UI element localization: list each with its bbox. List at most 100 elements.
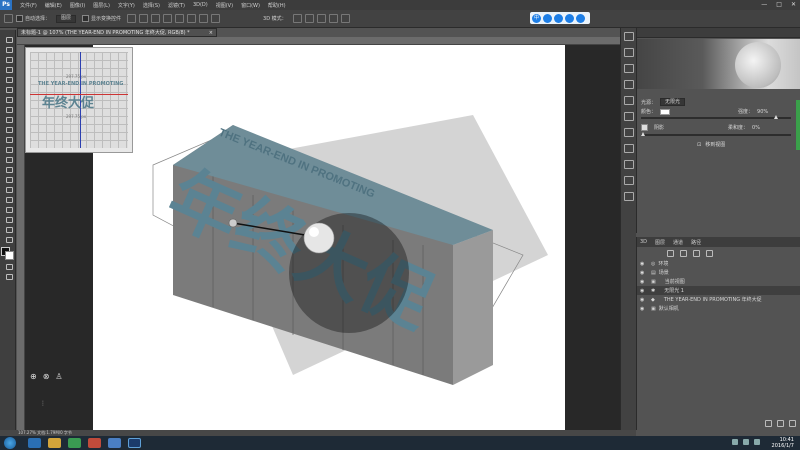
- distribute-h-icon[interactable]: [211, 14, 221, 23]
- eraser-tool-icon[interactable]: [3, 134, 14, 144]
- menu-view[interactable]: 视图(V): [216, 2, 233, 9]
- gradient-tool-icon[interactable]: [3, 144, 14, 154]
- brush-tool-icon[interactable]: [3, 104, 14, 114]
- visibility-eye-icon[interactable]: ◉: [640, 288, 648, 294]
- move-tool-icon[interactable]: [3, 34, 14, 44]
- ime-toolbar[interactable]: 中: [530, 12, 590, 24]
- minimize-button[interactable]: —: [761, 1, 767, 8]
- crop-tool-icon[interactable]: [3, 74, 14, 84]
- taskbar-folder-icon[interactable]: [108, 438, 121, 448]
- scene-layer-row[interactable]: ◉ ▣ 当前视图: [637, 277, 800, 286]
- tab-layers[interactable]: 图层: [655, 239, 665, 246]
- auto-select-checkbox[interactable]: [16, 15, 23, 22]
- history-icon[interactable]: [623, 32, 634, 41]
- screen-mode-icon[interactable]: [3, 271, 14, 281]
- ime-logo-icon[interactable]: 中: [532, 13, 541, 23]
- document-canvas[interactable]: THE YEAR-END IN PROMOTING 年终大促: [93, 45, 565, 430]
- axis-globe-icon[interactable]: ⊕: [30, 372, 37, 386]
- background-color[interactable]: [5, 251, 14, 260]
- transform-controls-checkbox[interactable]: [82, 15, 90, 22]
- tray-ime-icon[interactable]: [754, 439, 760, 445]
- distribute-icon[interactable]: [199, 14, 209, 23]
- taskbar-photoshop-icon[interactable]: [128, 438, 141, 448]
- add-light-icon[interactable]: [777, 420, 784, 427]
- close-tab-icon[interactable]: ×: [209, 29, 213, 36]
- visibility-eye-icon[interactable]: ◉: [640, 297, 648, 303]
- brush-preset-icon[interactable]: [623, 48, 634, 57]
- menu-help[interactable]: 帮助(H): [268, 2, 286, 9]
- external-side-tab[interactable]: [796, 100, 800, 150]
- menu-edit[interactable]: 编辑(E): [45, 2, 62, 9]
- ime-comma-icon[interactable]: [554, 13, 563, 23]
- move-tool-icon[interactable]: [4, 14, 13, 23]
- maximize-button[interactable]: □: [776, 1, 782, 8]
- vertical-ruler[interactable]: [17, 45, 25, 430]
- character-icon[interactable]: [623, 64, 634, 73]
- quick-select-tool-icon[interactable]: [3, 64, 14, 74]
- menu-filter[interactable]: 滤镜(T): [168, 2, 185, 9]
- delete-icon[interactable]: [789, 420, 796, 427]
- scene-layer-row[interactable]: ◉ ◆ THE YEAR-END IN PROMOTING 年终大促: [637, 295, 800, 304]
- ime-moon-icon[interactable]: [543, 13, 552, 23]
- 3d-scene-render[interactable]: THE YEAR-END IN PROMOTING 年终大促: [93, 45, 565, 430]
- align-middle-icon[interactable]: [139, 14, 149, 23]
- actions-icon[interactable]: [623, 192, 634, 201]
- taskbar-explorer-icon[interactable]: [48, 438, 61, 448]
- menu-type[interactable]: 文字(Y): [118, 2, 135, 9]
- intensity-value[interactable]: 90%: [757, 109, 768, 115]
- eyedropper-tool-icon[interactable]: [3, 84, 14, 94]
- scale-3d-icon[interactable]: [340, 14, 350, 23]
- intensity-slider[interactable]: [641, 115, 791, 119]
- intensity-slider-thumb[interactable]: [774, 115, 778, 119]
- tray-network-icon[interactable]: [732, 439, 738, 445]
- visibility-eye-icon[interactable]: ◉: [640, 261, 648, 267]
- shadow-checkbox[interactable]: [641, 124, 648, 131]
- menu-image[interactable]: 图像(I): [70, 2, 85, 9]
- softness-slider-thumb[interactable]: [641, 132, 645, 136]
- menu-select[interactable]: 选择(S): [143, 2, 160, 9]
- align-left-icon[interactable]: [163, 14, 173, 23]
- stamp-tool-icon[interactable]: [3, 114, 14, 124]
- paragraph-icon[interactable]: [623, 80, 634, 89]
- align-right-icon[interactable]: [187, 14, 197, 23]
- axis-light-icon[interactable]: ♙: [55, 372, 62, 386]
- scene-layer-row[interactable]: ◉ ◎ 环境: [637, 259, 800, 268]
- scene-layer-row[interactable]: ◉ ▤ 场景: [637, 268, 800, 277]
- adjustments-icon[interactable]: [623, 96, 634, 105]
- healing-tool-icon[interactable]: [3, 94, 14, 104]
- slide-3d-icon[interactable]: [328, 14, 338, 23]
- visibility-eye-icon[interactable]: ◉: [640, 306, 648, 312]
- horizontal-ruler[interactable]: [17, 37, 620, 45]
- tab-paths[interactable]: 路径: [691, 239, 701, 246]
- ime-user-icon[interactable]: [576, 13, 585, 23]
- filter-whole-scene-icon[interactable]: [667, 249, 674, 257]
- light-preset-dropdown[interactable]: 无限光: [660, 98, 686, 106]
- filter-materials-icon[interactable]: [693, 249, 700, 257]
- shape-tool-icon[interactable]: [3, 204, 14, 214]
- taskbar-clock[interactable]: 10:41 2016/1/7: [772, 437, 794, 449]
- axis-camera-icon[interactable]: ⊗: [43, 372, 50, 386]
- taskbar-app-icon[interactable]: [68, 438, 81, 448]
- color-icon[interactable]: [623, 144, 634, 153]
- roll-3d-icon[interactable]: [304, 14, 314, 23]
- scene-layer-row[interactable]: ◉ ▣ 默认相机: [637, 304, 800, 313]
- menu-file[interactable]: 文件(F): [20, 2, 37, 9]
- transform-controls-option[interactable]: 显示变换控件: [82, 15, 121, 22]
- taskbar-media-icon[interactable]: [88, 438, 101, 448]
- path-select-tool-icon[interactable]: [3, 194, 14, 204]
- render-icon[interactable]: [765, 420, 772, 427]
- close-window-button[interactable]: ✕: [791, 1, 796, 8]
- tray-volume-icon[interactable]: [743, 439, 749, 445]
- tab-3d[interactable]: 3D: [640, 239, 647, 245]
- color-swatches[interactable]: [1, 247, 15, 261]
- start-button[interactable]: [4, 437, 16, 449]
- align-bottom-icon[interactable]: [151, 14, 161, 23]
- drag-3d-icon[interactable]: [316, 14, 326, 23]
- auto-select-dropdown[interactable]: 图层: [56, 14, 77, 23]
- align-center-icon[interactable]: [175, 14, 185, 23]
- secondary-view-panel[interactable]: THE YEAR-END IN PROMOTING 年终大促 297.75 px…: [25, 47, 133, 153]
- visibility-eye-icon[interactable]: ◉: [640, 279, 648, 285]
- move-to-view-button[interactable]: ⊡ 移到视图: [697, 141, 725, 149]
- dodge-tool-icon[interactable]: [3, 164, 14, 174]
- softness-slider[interactable]: [641, 132, 791, 136]
